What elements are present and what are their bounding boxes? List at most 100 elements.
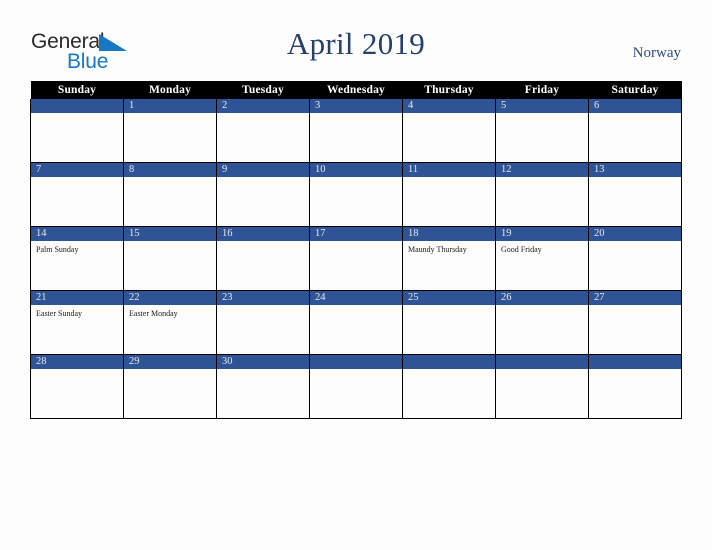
calendar-day-cell-30[interactable]: 30 [216, 354, 310, 419]
day-number: 26 [496, 291, 588, 305]
day-number [589, 355, 681, 369]
calendar-week-row: 14 Palm Sunday 15 16 17 18 Maundy Thursday 19 Go… [30, 226, 682, 291]
day-number: 10 [310, 163, 402, 177]
calendar-day-cell-3[interactable]: 3 [309, 99, 403, 163]
day-number: 22 [124, 291, 216, 305]
holiday-label: Good Friday [501, 245, 542, 254]
day-number [496, 355, 588, 369]
day-events [497, 369, 588, 373]
calendar-day-cell-2[interactable]: 2 [216, 99, 310, 163]
calendar-week-row: 28 29 30 [30, 354, 682, 419]
calendar-day-cell-empty[interactable] [495, 354, 589, 419]
calendar-day-cell-29[interactable]: 29 [123, 354, 217, 419]
calendar-day-cell-27[interactable]: 27 [588, 290, 682, 355]
day-events [311, 241, 402, 245]
day-number: 16 [217, 227, 309, 241]
day-number: 28 [31, 355, 123, 369]
holiday-label: Maundy Thursday [408, 245, 467, 254]
day-events [218, 369, 309, 373]
calendar-day-cell-empty[interactable] [30, 99, 124, 163]
day-events [218, 305, 309, 309]
day-number: 2 [217, 99, 309, 113]
calendar-day-cell-9[interactable]: 9 [216, 162, 310, 227]
day-number: 25 [403, 291, 495, 305]
weekday-header-wednesday: Wednesday [309, 81, 403, 99]
day-events: Easter Monday [125, 305, 216, 319]
weekday-header-sunday: Sunday [30, 81, 124, 99]
day-events [590, 241, 681, 245]
calendar-day-cell-empty[interactable] [309, 354, 403, 419]
day-events [125, 241, 216, 245]
day-number: 27 [589, 291, 681, 305]
day-number: 30 [217, 355, 309, 369]
calendar-day-cell-15[interactable]: 15 [123, 226, 217, 291]
country-label: Norway [632, 45, 681, 61]
calendar-day-cell-25[interactable]: 25 [402, 290, 496, 355]
day-number: 1 [124, 99, 216, 113]
day-number: 3 [310, 99, 402, 113]
calendar-day-cell-empty[interactable] [588, 354, 682, 419]
calendar-day-cell-23[interactable]: 23 [216, 290, 310, 355]
calendar-day-cell-13[interactable]: 13 [588, 162, 682, 227]
calendar-day-cell-24[interactable]: 24 [309, 290, 403, 355]
day-events [125, 369, 216, 373]
day-events [404, 177, 495, 181]
calendar-day-cell-28[interactable]: 28 [30, 354, 124, 419]
calendar-day-cell-22[interactable]: 22 Easter Monday [123, 290, 217, 355]
calendar-day-cell-5[interactable]: 5 [495, 99, 589, 163]
calendar-day-cell-16[interactable]: 16 [216, 226, 310, 291]
calendar-day-cell-14[interactable]: 14 Palm Sunday [30, 226, 124, 291]
page-header: General Blue April 2019 Norway [0, 0, 712, 80]
calendar-day-cell-6[interactable]: 6 [588, 99, 682, 163]
calendar-day-cell-17[interactable]: 17 [309, 226, 403, 291]
day-events [404, 113, 495, 117]
calendar-week-row: 123456 [30, 99, 682, 163]
day-events [125, 113, 216, 117]
day-number: 21 [31, 291, 123, 305]
day-events: Good Friday [497, 241, 588, 255]
day-events [311, 369, 402, 373]
calendar-day-cell-11[interactable]: 11 [402, 162, 496, 227]
weekday-header-saturday: Saturday [588, 81, 682, 99]
day-events [218, 177, 309, 181]
calendar-day-cell-21[interactable]: 21 Easter Sunday [30, 290, 124, 355]
day-events [218, 241, 309, 245]
calendar-day-cell-8[interactable]: 8 [123, 162, 217, 227]
calendar-day-cell-4[interactable]: 4 [402, 99, 496, 163]
day-events [404, 305, 495, 309]
day-events [32, 369, 123, 373]
weekday-header-tuesday: Tuesday [216, 81, 310, 99]
day-number: 6 [589, 99, 681, 113]
calendar-day-cell-empty[interactable] [402, 354, 496, 419]
day-events [497, 113, 588, 117]
day-events [590, 177, 681, 181]
calendar-day-cell-20[interactable]: 20 [588, 226, 682, 291]
page-title: April 2019 [286, 26, 426, 61]
weekday-header-row: Sunday Monday Tuesday Wednesday Thursday Frid… [30, 81, 682, 99]
calendar-week-row: 21 Easter Sunday 22 Easter Monday 23 24 25 26 27 [30, 290, 682, 355]
day-number: 18 [403, 227, 495, 241]
day-number [31, 99, 123, 113]
calendar-day-cell-19[interactable]: 19 Good Friday [495, 226, 589, 291]
calendar-day-cell-12[interactable]: 12 [495, 162, 589, 227]
day-number: 24 [310, 291, 402, 305]
weekday-header-friday: Friday [495, 81, 589, 99]
calendar-day-cell-18[interactable]: 18 Maundy Thursday [402, 226, 496, 291]
holiday-label: Palm Sunday [36, 245, 79, 254]
calendar-day-cell-26[interactable]: 26 [495, 290, 589, 355]
calendar-day-cell-7[interactable]: 7 [30, 162, 124, 227]
calendar-day-cell-1[interactable]: 1 [123, 99, 217, 163]
calendar-body: 1 2 3 4 5 6 7 8 9 10 11 12 13 14 Palm Sunday 15 16 17 18 Ma… [30, 99, 682, 419]
holiday-label: Easter Monday [129, 309, 178, 318]
day-number: 20 [589, 227, 681, 241]
day-number: 23 [217, 291, 309, 305]
day-events [497, 305, 588, 309]
day-number: 8 [124, 163, 216, 177]
day-events [590, 369, 681, 373]
day-events [32, 177, 123, 181]
calendar-day-cell-10[interactable]: 10 [309, 162, 403, 227]
day-events [32, 113, 123, 117]
day-events [404, 369, 495, 373]
day-events [311, 305, 402, 309]
day-events [311, 113, 402, 117]
